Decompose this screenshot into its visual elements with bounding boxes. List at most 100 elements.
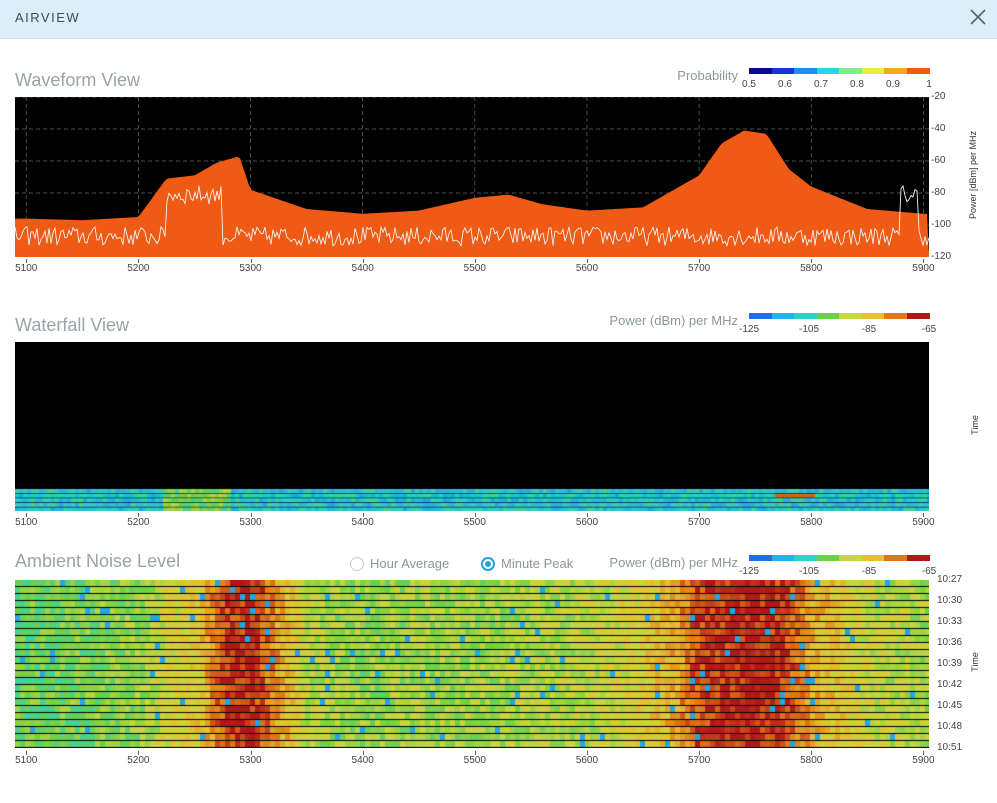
- ambient-time-tick-label: 10:39: [937, 658, 963, 669]
- ambient-legend-tick: -65: [921, 566, 937, 577]
- ambient-x-axis: 5100 5200 5300 5400 5500 5600 5700 5800 5900: [15, 751, 935, 767]
- title-bar: AIRVIEW: [0, 0, 997, 39]
- probability-legend-swatch: [771, 68, 795, 74]
- ambient-legend-swatch: [816, 555, 840, 561]
- waterfall-heatmap: [15, 342, 929, 511]
- ambient-y-axis-title: Time: [970, 652, 980, 672]
- ambient-time-tick-label: 10:36: [937, 637, 963, 648]
- waterfall-legend-bar: [749, 313, 930, 319]
- waterfall-legend-swatch: [816, 313, 840, 319]
- ambient-legend-bar: [749, 555, 930, 561]
- waterfall-x-tick-label: 5100: [15, 517, 38, 528]
- probability-legend-swatch: [861, 68, 885, 74]
- ambient-title: Ambient Noise Level: [15, 551, 181, 571]
- waterfall-legend-tick: -65: [921, 324, 937, 335]
- ambient-legend-swatch: [771, 555, 795, 561]
- waterfall-legend-tick: -125: [738, 324, 760, 335]
- waterfall-x-tick-label: 5200: [127, 517, 150, 528]
- probability-legend-tick: 1: [926, 79, 932, 90]
- waterfall-legend-swatch: [771, 313, 795, 319]
- ambient-plot[interactable]: [15, 580, 929, 748]
- ambient-legend-swatch: [906, 555, 930, 561]
- hour-average-label: Hour Average: [370, 556, 450, 571]
- waterfall-legend-tick: -105: [798, 324, 820, 335]
- waveform-y-tick-label: -40: [931, 123, 946, 134]
- waveform-x-tick-label: 5300: [239, 263, 262, 274]
- waterfall-legend-swatch: [749, 313, 773, 319]
- waveform-x-tick-label: 5800: [800, 263, 823, 274]
- ambient-time-tick-label: 10:42: [937, 679, 963, 690]
- ambient-x-tick-label: 5900: [912, 755, 935, 766]
- ambient-legend-swatch: [861, 555, 885, 561]
- waveform-y-tick-label: -60: [931, 155, 946, 166]
- ambient-x-tick-label: 5400: [351, 755, 374, 766]
- probability-legend-bar: [749, 68, 930, 74]
- probability-legend-swatch: [816, 68, 840, 74]
- probability-legend-label: Probability: [677, 68, 738, 83]
- waveform-y-tick-label: -80: [931, 187, 946, 198]
- waveform-chart: [15, 97, 929, 257]
- probability-legend-ticks: 0.5 0.6 0.7 0.8 0.9 1: [742, 79, 932, 91]
- waveform-y-axis: -20 -40 -60 -80 -100 -120: [931, 91, 961, 262]
- ambient-x-tick-label: 5100: [15, 755, 38, 766]
- radio-unchecked-icon: [350, 557, 364, 571]
- waveform-x-tick-label: 5600: [575, 263, 599, 274]
- waveform-x-axis: 5100 5200 5300 5400 5500 5600 5700 5800 5900: [15, 259, 935, 275]
- waveform-y-axis-title: Power [dBm] per MHz: [968, 130, 978, 220]
- ambient-x-tick-label: 5700: [687, 755, 711, 766]
- waveform-x-tick-label: 5400: [351, 263, 374, 274]
- probability-legend-tick: 0.6: [778, 79, 792, 90]
- probability-legend-swatch: [794, 68, 818, 74]
- waterfall-legend-label: Power (dBm) per MHz: [609, 313, 738, 328]
- waveform-x-tick-label: 5700: [687, 263, 711, 274]
- waterfall-x-tick-label: 5600: [575, 517, 599, 528]
- ambient-time-tick-label: 10:33: [937, 616, 963, 627]
- window-title: AIRVIEW: [15, 10, 81, 25]
- waterfall-legend-swatch: [839, 313, 863, 319]
- ambient-x-tick-label: 5200: [127, 755, 150, 766]
- waterfall-x-tick-label: 5500: [463, 517, 486, 528]
- ambient-legend-swatch: [794, 555, 818, 561]
- waterfall-plot[interactable]: [15, 342, 929, 511]
- waveform-x-tick-label: 5900: [912, 263, 935, 274]
- ambient-time-tick-label: 10:48: [937, 721, 963, 732]
- waveform-plot[interactable]: [15, 97, 929, 257]
- ambient-time-tick-label: 10:51: [937, 742, 963, 753]
- probability-legend-swatch: [839, 68, 863, 74]
- waterfall-legend-swatch: [861, 313, 885, 319]
- waveform-x-tick-label: 5200: [127, 263, 150, 274]
- probability-legend-tick: 0.9: [886, 79, 900, 90]
- probability-legend-tick: 0.7: [814, 79, 828, 90]
- waveform-y-tick-label: -100: [931, 219, 952, 230]
- ambient-x-tick-label: 5500: [463, 755, 486, 766]
- ambient-time-tick-label: 10:27: [937, 574, 963, 585]
- waterfall-legend-ticks: -125 -105 -85 -65: [739, 324, 936, 336]
- probability-legend-swatch: [884, 68, 908, 74]
- ambient-time-tick-label: 10:30: [937, 595, 963, 606]
- probability-legend-swatch: [749, 68, 773, 74]
- waveform-title: Waveform View: [15, 70, 141, 90]
- waveform-y-tick-label: -120: [931, 251, 952, 262]
- ambient-legend-swatch: [839, 555, 863, 561]
- probability-legend-tick: 0.8: [850, 79, 864, 90]
- waterfall-x-tick-label: 5800: [800, 517, 823, 528]
- waterfall-x-tick-label: 5900: [912, 517, 935, 528]
- waterfall-legend-swatch: [906, 313, 930, 319]
- ambient-legend-ticks: -125 -105 -85 -65: [739, 566, 936, 578]
- ambient-legend-tick: -105: [798, 566, 820, 577]
- ambient-legend-swatch: [884, 555, 908, 561]
- waterfall-legend-swatch: [794, 313, 818, 319]
- ambient-heatmap: [15, 580, 929, 748]
- ambient-x-tick-label: 5800: [800, 755, 823, 766]
- probability-legend-swatch: [906, 68, 930, 74]
- close-icon[interactable]: [967, 6, 989, 28]
- waveform-y-tick-label: -20: [931, 91, 946, 102]
- waterfall-title: Waterfall View: [15, 315, 130, 335]
- waterfall-x-tick-label: 5400: [351, 517, 374, 528]
- waveform-x-tick-label: 5500: [463, 263, 486, 274]
- waterfall-y-axis-title: Time: [970, 415, 980, 435]
- ambient-legend-tick: -85: [861, 566, 877, 577]
- probability-legend-tick: 0.5: [742, 79, 756, 90]
- ambient-time-tick-label: 10:45: [937, 700, 963, 711]
- waterfall-x-axis: 5100 5200 5300 5400 5500 5600 5700 5800 5900: [15, 513, 935, 529]
